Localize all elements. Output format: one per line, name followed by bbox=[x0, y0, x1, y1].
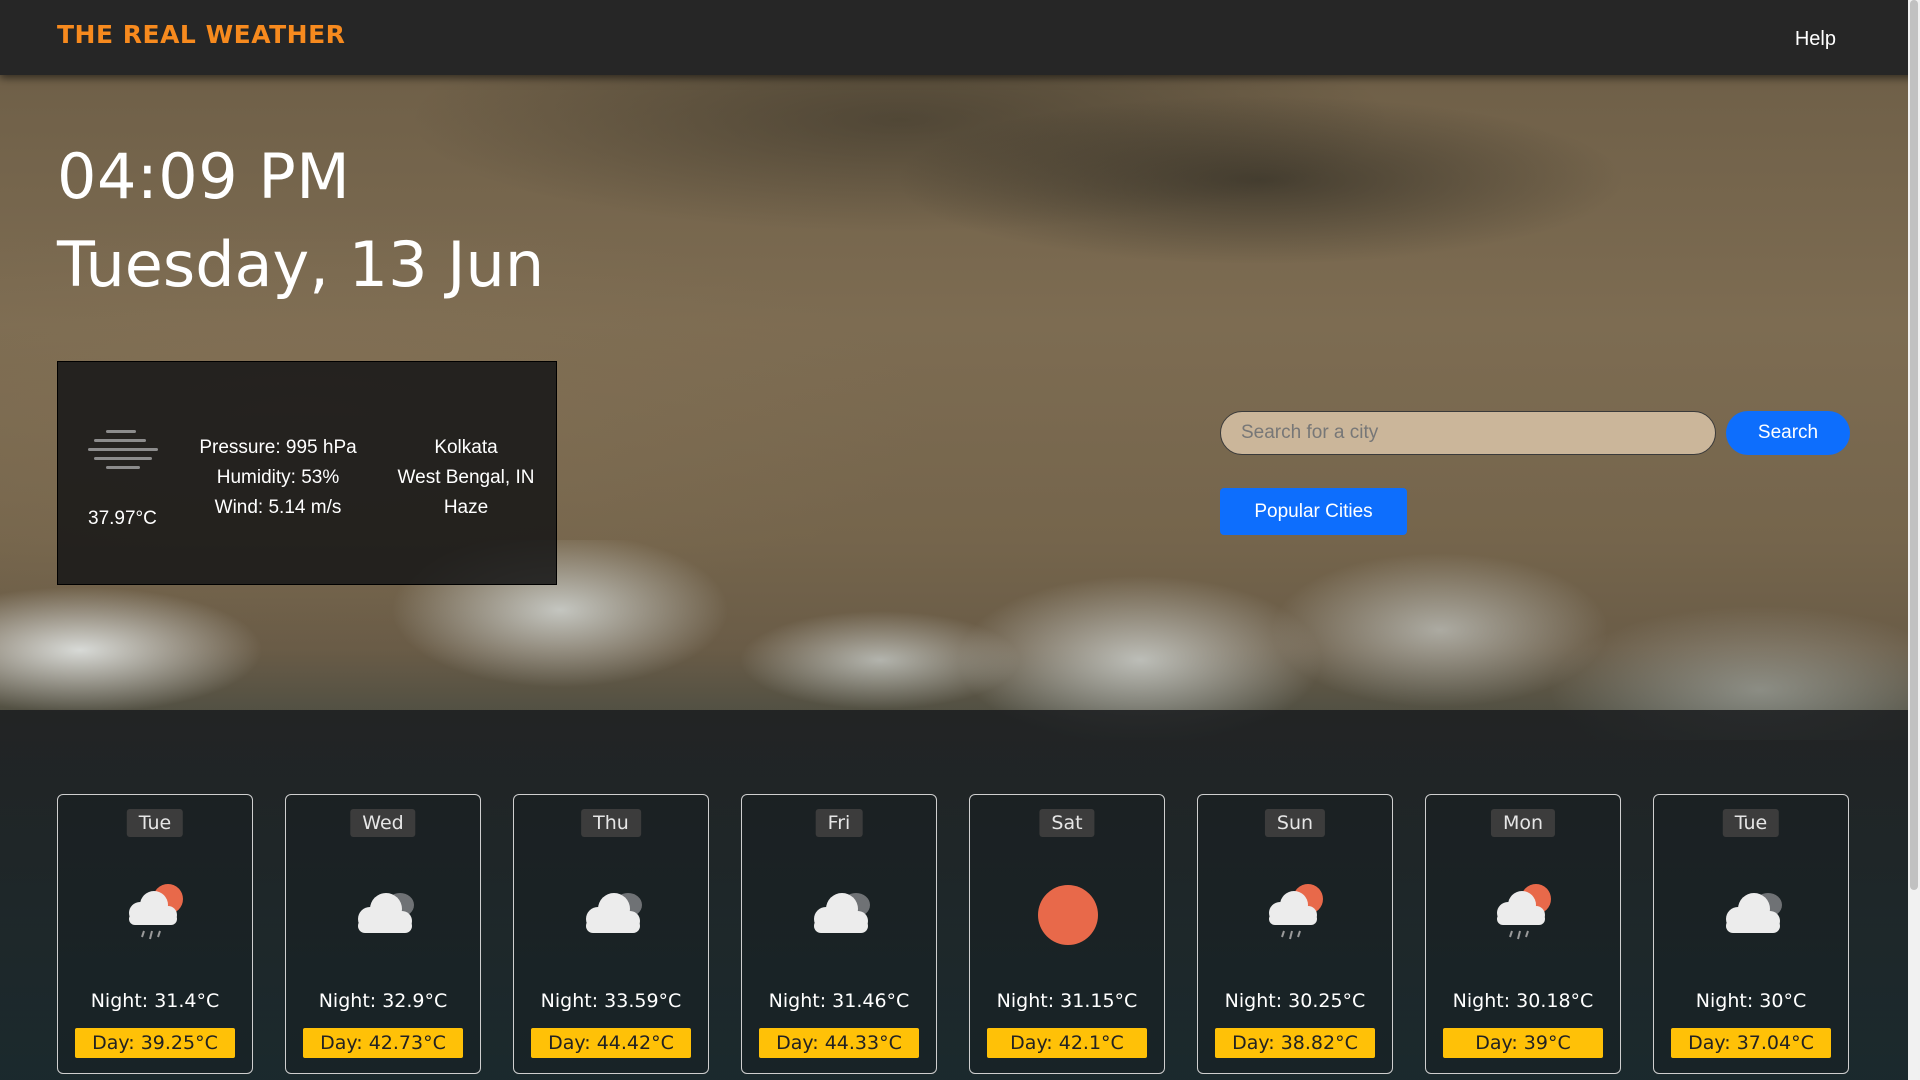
cloud-icon bbox=[344, 875, 424, 945]
forecast-day-name: Thu bbox=[581, 809, 641, 837]
city-search-input[interactable] bbox=[1220, 411, 1716, 455]
scrollbar-thumb[interactable] bbox=[1910, 0, 1918, 890]
forecast-card: Tue Night: 30°C Day: 37.04°C bbox=[1653, 794, 1849, 1074]
forecast-night-temp: Night: 31.4°C bbox=[90, 990, 220, 1012]
forecast-day-temp: Day: 42.1°C bbox=[987, 1028, 1147, 1058]
sun-icon bbox=[1028, 875, 1108, 945]
forecast-night-temp: Night: 30.18°C bbox=[1452, 990, 1594, 1012]
forecast-day-name: Tue bbox=[126, 809, 184, 837]
forecast-card: Mon Night: 30.18°C Day: 39°C bbox=[1425, 794, 1621, 1074]
forecast-day-temp: Day: 38.82°C bbox=[1215, 1028, 1375, 1058]
cloud-icon bbox=[572, 875, 652, 945]
forecast-day-temp: Day: 37.04°C bbox=[1671, 1028, 1831, 1058]
rain-cloud-sun-icon bbox=[1484, 875, 1564, 945]
forecast-day-name: Fri bbox=[815, 809, 863, 837]
wind-value: Wind: 5.14 m/s bbox=[214, 497, 342, 518]
region-name: West Bengal, IN bbox=[397, 467, 535, 488]
weather-condition: Haze bbox=[443, 497, 489, 518]
forecast-night-temp: Night: 31.46°C bbox=[768, 990, 910, 1012]
forecast-card: Thu Night: 33.59°C Day: 44.42°C bbox=[513, 794, 709, 1074]
forecast-day-name: Mon bbox=[1490, 809, 1556, 837]
current-weather-card: 37.97°C Pressure: 995 hPa Humidity: 53% … bbox=[57, 361, 557, 585]
brand-logo[interactable]: THE REAL WEATHER bbox=[57, 20, 345, 49]
help-link[interactable]: Help bbox=[1795, 28, 1836, 51]
current-time: 04:09 PM bbox=[57, 140, 351, 213]
forecast-night-temp: Night: 33.59°C bbox=[540, 990, 682, 1012]
haze-icon bbox=[88, 430, 158, 474]
popular-cities-button[interactable]: Popular Cities bbox=[1220, 488, 1407, 535]
forecast-card: Wed Night: 32.9°C Day: 42.73°C bbox=[285, 794, 481, 1074]
search-button[interactable]: Search bbox=[1726, 411, 1850, 455]
current-stats: Pressure: 995 hPa Humidity: 53% Wind: 5.… bbox=[198, 433, 358, 523]
scrollbar[interactable] bbox=[1908, 0, 1920, 1080]
forecast-night-temp: Night: 32.9°C bbox=[318, 990, 448, 1012]
cloud-icon bbox=[800, 875, 880, 945]
city-name: Kolkata bbox=[434, 437, 498, 458]
current-location: Kolkata West Bengal, IN Haze bbox=[376, 433, 556, 523]
cloud-icon bbox=[1712, 875, 1792, 945]
forecast-day-name: Tue bbox=[1722, 809, 1780, 837]
rain-cloud-sun-icon bbox=[116, 875, 196, 945]
forecast-card: Tue Night: 31.4°C Day: 39.25°C bbox=[57, 794, 253, 1074]
forecast-night-temp: Night: 30°C bbox=[1695, 990, 1807, 1012]
forecast-card: Sat Night: 31.15°C Day: 42.1°C bbox=[969, 794, 1165, 1074]
current-temperature: 37.97°C bbox=[88, 508, 157, 529]
rain-cloud-sun-icon bbox=[1256, 875, 1336, 945]
navbar: THE REAL WEATHER Help bbox=[0, 0, 1920, 75]
forecast-day-temp: Day: 42.73°C bbox=[303, 1028, 463, 1058]
forecast-night-temp: Night: 30.25°C bbox=[1224, 990, 1366, 1012]
forecast-day-temp: Day: 44.33°C bbox=[759, 1028, 919, 1058]
pressure-value: Pressure: 995 hPa bbox=[199, 437, 357, 458]
forecast-day-temp: Day: 44.42°C bbox=[531, 1028, 691, 1058]
forecast-day-name: Wed bbox=[350, 809, 416, 837]
forecast-card: Fri Night: 31.46°C Day: 44.33°C bbox=[741, 794, 937, 1074]
forecast-day-name: Sun bbox=[1264, 809, 1326, 837]
humidity-value: Humidity: 53% bbox=[216, 467, 340, 488]
current-date: Tuesday, 13 Jun bbox=[57, 228, 545, 301]
forecast-night-temp: Night: 31.15°C bbox=[996, 990, 1138, 1012]
forecast-day-temp: Day: 39°C bbox=[1443, 1028, 1603, 1058]
forecast-card: Sun Night: 30.25°C Day: 38.82°C bbox=[1197, 794, 1393, 1074]
forecast-day-name: Sat bbox=[1039, 809, 1095, 837]
forecast-day-temp: Day: 39.25°C bbox=[75, 1028, 235, 1058]
